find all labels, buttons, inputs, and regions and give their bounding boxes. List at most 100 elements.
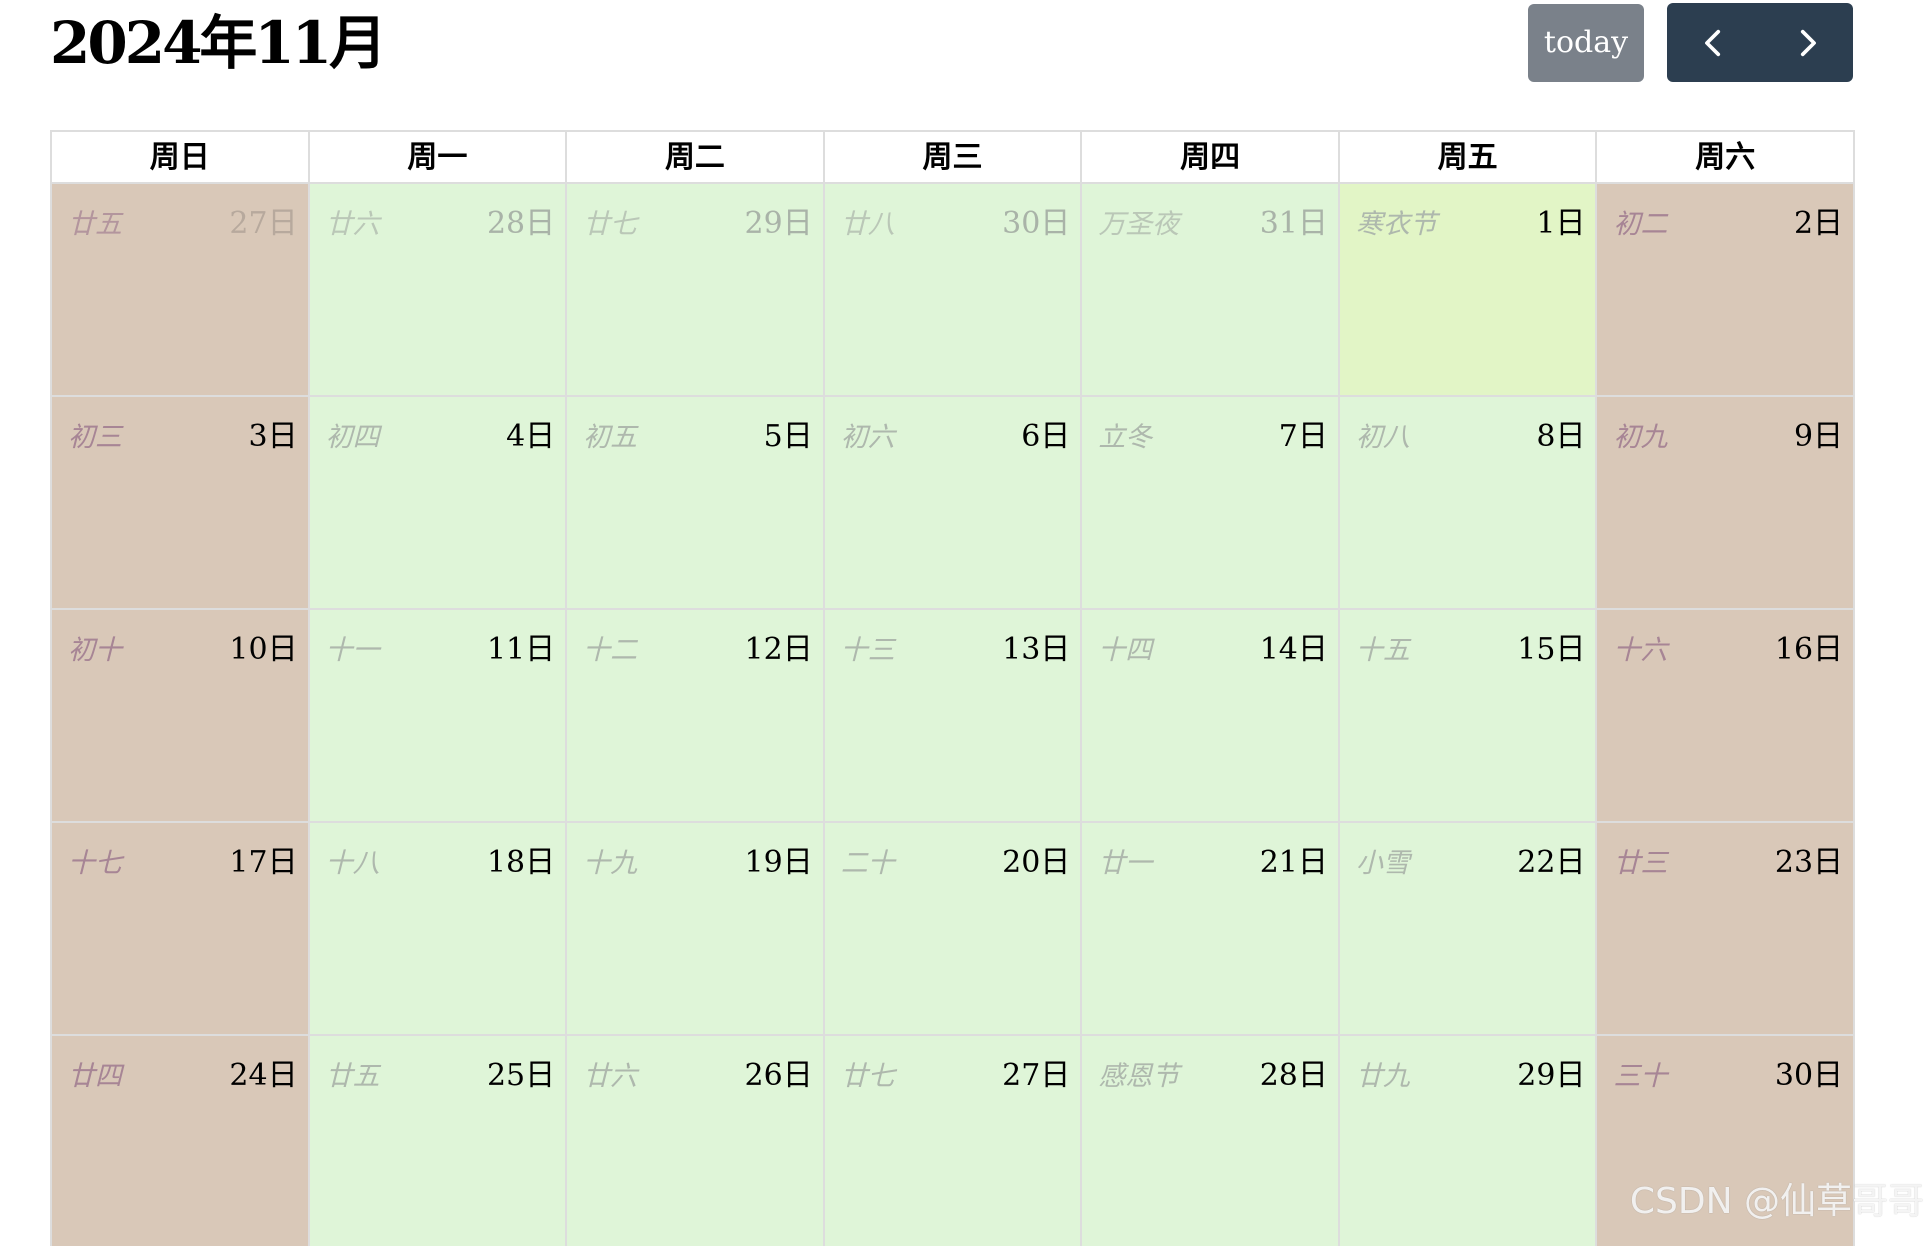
day-cell[interactable]: 十六 16日 (1597, 610, 1856, 821)
lunar-date-label: 初四 (325, 422, 380, 453)
day-number-link[interactable]: 26日 (745, 1050, 813, 1094)
day-cell[interactable]: 廿六 26日 (567, 1036, 825, 1246)
day-cell[interactable]: 初五 5日 (567, 397, 825, 608)
lunar-date-label: 立冬 (1098, 422, 1153, 453)
day-number-link[interactable]: 23日 (1775, 837, 1843, 881)
prev-month-button[interactable] (1667, 3, 1760, 82)
day-number-link[interactable]: 20日 (1002, 837, 1070, 881)
day-number-link[interactable]: 2日 (1794, 198, 1843, 242)
day-cell[interactable]: 十七 17日 (52, 823, 310, 1034)
day-number-link[interactable]: 11日 (487, 624, 555, 668)
day-number-link[interactable]: 30日 (1002, 198, 1070, 242)
day-number-link[interactable]: 8日 (1536, 411, 1585, 455)
day-cell[interactable]: 初十 10日 (52, 610, 310, 821)
day-cell[interactable]: 十一 11日 (309, 610, 568, 821)
week-row: 初十 10日 十一 11日 十二 12日 十三 13日 十四 14日 十五 15日 十六 16日 (52, 610, 1856, 823)
day-number-link[interactable]: 24日 (229, 1050, 297, 1094)
day-cell[interactable]: 十八 18日 (309, 823, 568, 1034)
lunar-date-label: 廿五 (68, 209, 122, 240)
day-cell[interactable]: 初八 8日 (1339, 397, 1598, 608)
day-number-link[interactable]: 19日 (745, 837, 813, 881)
week-row: 廿四 24日 廿五 25日 廿六 26日 廿七 27日 感恩节 28日 廿九 29日 三十 30日 (52, 1036, 1856, 1246)
day-cell[interactable]: 初六 6日 (824, 397, 1083, 608)
lunar-date-label: 初三 (68, 422, 122, 453)
week-row: 十七 17日 十八 18日 十九 19日 二十 20日 廿一 21日 小雪 22日 廿三 23日 (52, 823, 1856, 1036)
lunar-date-label: 十七 (68, 848, 122, 879)
nav-button-group (1667, 3, 1853, 82)
day-number-link[interactable]: 27日 (229, 198, 297, 242)
day-number-link[interactable]: 28日 (1260, 1050, 1328, 1094)
day-number-link[interactable]: 5日 (764, 411, 813, 455)
day-cell[interactable]: 廿四 24日 (52, 1036, 310, 1246)
csdn-watermark: CSDN @仙草哥哥 (1629, 1181, 1924, 1222)
day-number-link[interactable]: 10日 (229, 624, 297, 668)
day-cell[interactable]: 廿六 28日 (309, 184, 568, 395)
lunar-date-label: 寒衣节 (1355, 209, 1437, 240)
day-number-link[interactable]: 4日 (506, 411, 555, 455)
day-number-link[interactable]: 30日 (1775, 1050, 1843, 1094)
day-number-link[interactable]: 21日 (1260, 837, 1328, 881)
lunar-date-label: 初十 (68, 635, 122, 666)
lunar-date-label: 十二 (583, 635, 638, 666)
day-number-link[interactable]: 12日 (745, 624, 813, 668)
day-cell[interactable]: 廿七 29日 (567, 184, 825, 395)
day-number-link[interactable]: 18日 (487, 837, 555, 881)
day-cell[interactable]: 初二 2日 (1597, 184, 1856, 395)
day-cell[interactable]: 感恩节 28日 (1082, 1036, 1340, 1246)
lunar-date-label: 初八 (1355, 422, 1410, 453)
today-button[interactable]: today (1528, 4, 1644, 82)
day-cell[interactable]: 廿八 30日 (824, 184, 1083, 395)
lunar-date-label: 三十 (1613, 1061, 1668, 1092)
day-number-link[interactable]: 15日 (1517, 624, 1585, 668)
day-number-link[interactable]: 27日 (1002, 1050, 1070, 1094)
day-number-link[interactable]: 31日 (1260, 198, 1328, 242)
day-cell[interactable]: 十三 13日 (824, 610, 1083, 821)
weekday-header-wed: 周三 (825, 132, 1083, 182)
week-row: 初三 3日 初四 4日 初五 5日 初六 6日 立冬 7日 初八 8日 初九 9日 (52, 397, 1856, 610)
day-cell[interactable]: 十九 19日 (567, 823, 825, 1034)
day-cell[interactable]: 廿三 23日 (1597, 823, 1856, 1034)
lunar-date-label: 初二 (1613, 209, 1668, 240)
day-number-link[interactable]: 13日 (1002, 624, 1070, 668)
day-cell[interactable]: 初三 3日 (52, 397, 310, 608)
day-cell[interactable]: 初九 9日 (1597, 397, 1856, 608)
day-cell[interactable]: 廿一 21日 (1082, 823, 1340, 1034)
day-cell[interactable]: 立冬 7日 (1082, 397, 1340, 608)
day-number-link[interactable]: 29日 (1517, 1050, 1585, 1094)
day-number-link[interactable]: 17日 (229, 837, 297, 881)
day-cell[interactable]: 廿五 25日 (309, 1036, 568, 1246)
day-cell[interactable]: 十五 15日 (1339, 610, 1598, 821)
day-cell-today[interactable]: 寒衣节 1日 (1339, 184, 1598, 395)
day-number-link[interactable]: 9日 (1794, 411, 1843, 455)
day-cell[interactable]: 廿七 27日 (824, 1036, 1083, 1246)
day-number-link[interactable]: 29日 (745, 198, 813, 242)
day-cell[interactable]: 廿九 29日 (1339, 1036, 1598, 1246)
day-cell[interactable]: 十四 14日 (1082, 610, 1340, 821)
chevron-left-icon (1704, 29, 1720, 56)
day-number-link[interactable]: 3日 (248, 411, 297, 455)
day-number-link[interactable]: 22日 (1517, 837, 1585, 881)
day-number-link[interactable]: 1日 (1536, 198, 1585, 242)
day-number-link[interactable]: 7日 (1279, 411, 1328, 455)
day-number-link[interactable]: 28日 (487, 198, 555, 242)
day-number-link[interactable]: 16日 (1775, 624, 1843, 668)
day-cell[interactable]: 二十 20日 (824, 823, 1083, 1034)
lunar-date-label: 廿七 (840, 1061, 895, 1092)
day-number-link[interactable]: 14日 (1260, 624, 1328, 668)
day-number-link[interactable]: 6日 (1021, 411, 1070, 455)
month-grid: 周日 周一 周二 周三 周四 周五 周六 廿五 27日 廿六 28日 廿七 29日 廿八 30… (50, 130, 1856, 1246)
next-month-button[interactable] (1760, 3, 1853, 82)
day-cell[interactable]: 万圣夜 31日 (1082, 184, 1340, 395)
day-cell[interactable]: 小雪 22日 (1339, 823, 1598, 1034)
lunar-date-label: 十三 (840, 635, 895, 666)
lunar-date-label: 初六 (840, 422, 895, 453)
lunar-date-label: 廿六 (583, 1061, 638, 1092)
day-cell[interactable]: 初四 4日 (309, 397, 568, 608)
day-cell[interactable]: 十二 12日 (567, 610, 825, 821)
weekday-header-thu: 周四 (1082, 132, 1340, 182)
lunar-date-label: 小雪 (1355, 848, 1410, 879)
day-cell[interactable]: 廿五 27日 (52, 184, 310, 395)
lunar-date-label: 廿一 (1098, 848, 1153, 879)
day-number-link[interactable]: 25日 (487, 1050, 555, 1094)
calendar-title: 2024年11月 (50, 9, 387, 77)
